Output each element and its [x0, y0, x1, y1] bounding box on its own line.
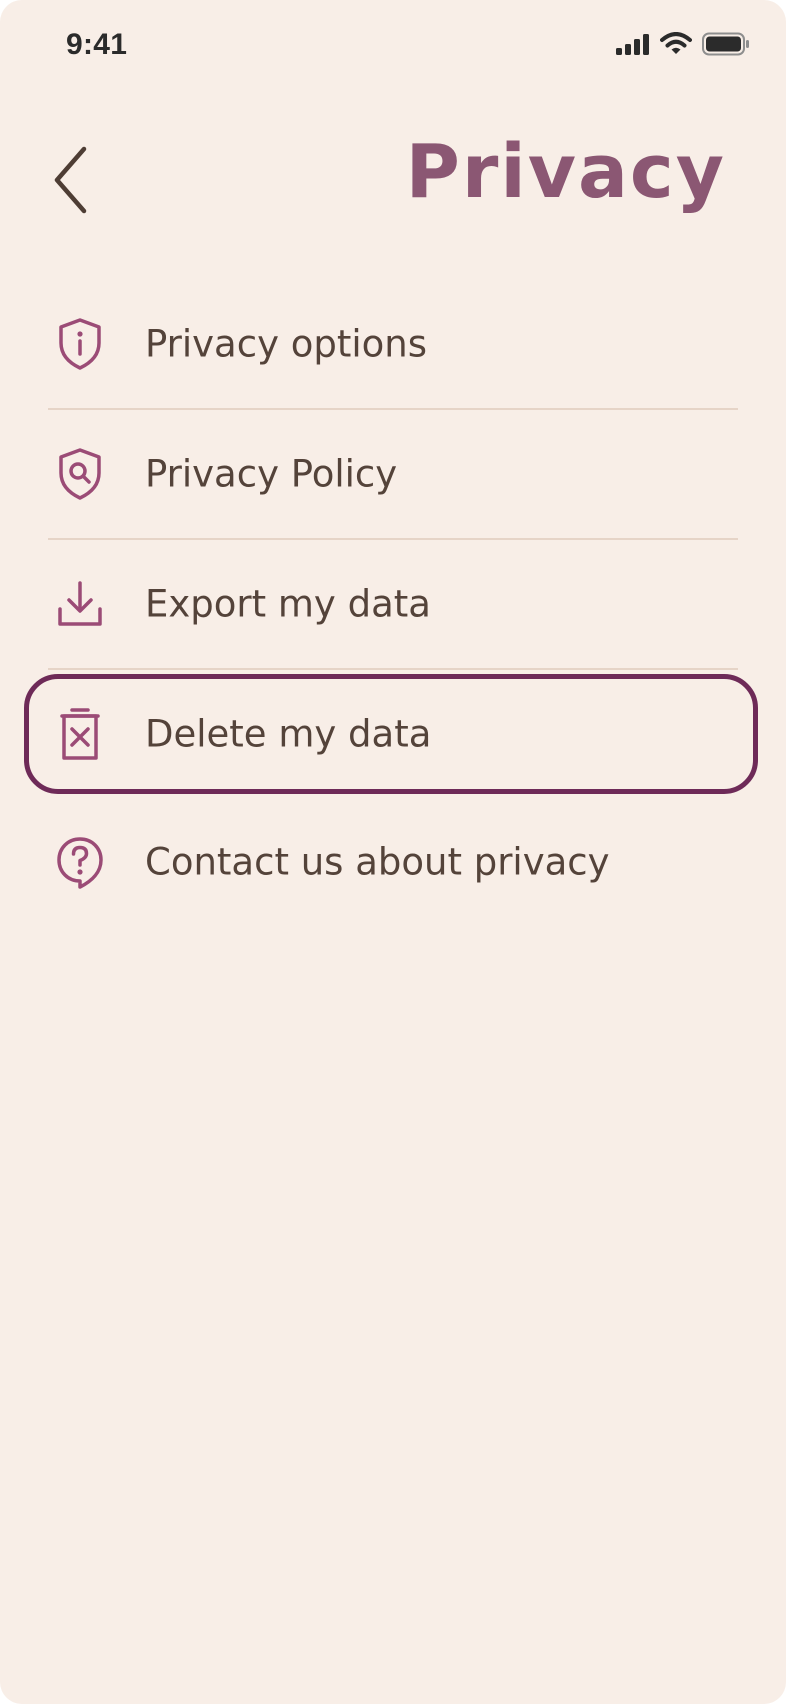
shield-search-icon — [54, 446, 106, 502]
chevron-left-icon — [52, 145, 88, 219]
back-button[interactable] — [40, 142, 100, 222]
privacy-menu-list: Privacy options Privacy Policy Export my… — [0, 280, 786, 926]
menu-item-label: Contact us about privacy — [145, 840, 610, 884]
menu-item-delete-data[interactable]: Delete my data — [0, 670, 786, 798]
cellular-signal-icon — [616, 33, 650, 59]
menu-item-label: Privacy options — [145, 322, 427, 366]
privacy-screen: 9:41 Privacy Privacy options Privacy Pol… — [0, 0, 786, 1704]
battery-icon — [702, 32, 750, 60]
menu-item-export-data[interactable]: Export my data — [0, 540, 786, 668]
download-icon — [54, 576, 106, 632]
status-bar: 9:41 — [0, 0, 786, 92]
page-title: Privacy — [405, 129, 726, 215]
menu-item-label: Export my data — [145, 582, 431, 626]
shield-info-icon — [54, 316, 106, 372]
menu-item-privacy-options[interactable]: Privacy options — [0, 280, 786, 408]
status-time: 9:41 — [66, 28, 128, 61]
menu-item-label: Delete my data — [145, 712, 432, 756]
menu-item-contact-privacy[interactable]: Contact us about privacy — [0, 798, 786, 926]
trash-x-icon — [54, 706, 106, 762]
question-bubble-icon — [54, 834, 106, 890]
menu-item-label: Privacy Policy — [145, 452, 398, 496]
menu-item-privacy-policy[interactable]: Privacy Policy — [0, 410, 786, 538]
status-icons — [616, 32, 750, 60]
wifi-icon — [660, 32, 692, 60]
